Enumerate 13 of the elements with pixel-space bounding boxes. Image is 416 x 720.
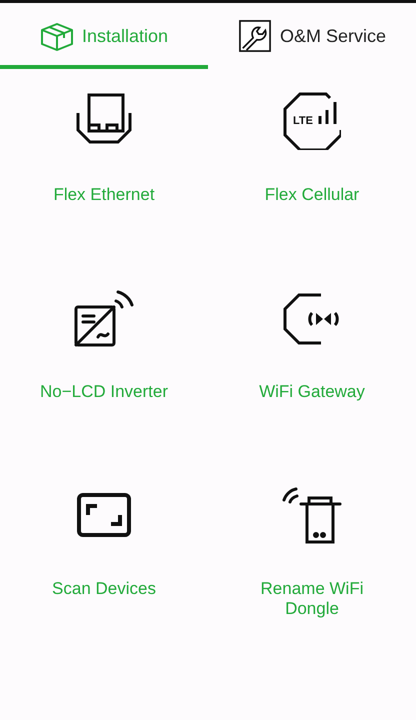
wifi-dongle-icon[interactable] xyxy=(282,486,342,544)
device-button[interactable]: LTE Flex Cellular xyxy=(227,85,397,235)
scan-frame-icon[interactable] xyxy=(77,493,131,537)
wrench-icon xyxy=(238,20,272,52)
device-button[interactable]: Rename WiFi Dongle xyxy=(227,479,397,629)
box-icon xyxy=(40,20,74,52)
device-button[interactable]: No−LCD Inverter xyxy=(19,282,189,432)
device-button[interactable]: Scan Devices xyxy=(19,479,189,629)
device-button[interactable]: WiFi Gateway xyxy=(227,282,397,432)
inverter-icon[interactable] xyxy=(74,289,134,347)
device-button[interactable]: Flex Ethernet xyxy=(19,85,189,235)
tab[interactable]: Installation xyxy=(0,3,208,69)
tab[interactable]: O&M Service xyxy=(208,3,416,69)
